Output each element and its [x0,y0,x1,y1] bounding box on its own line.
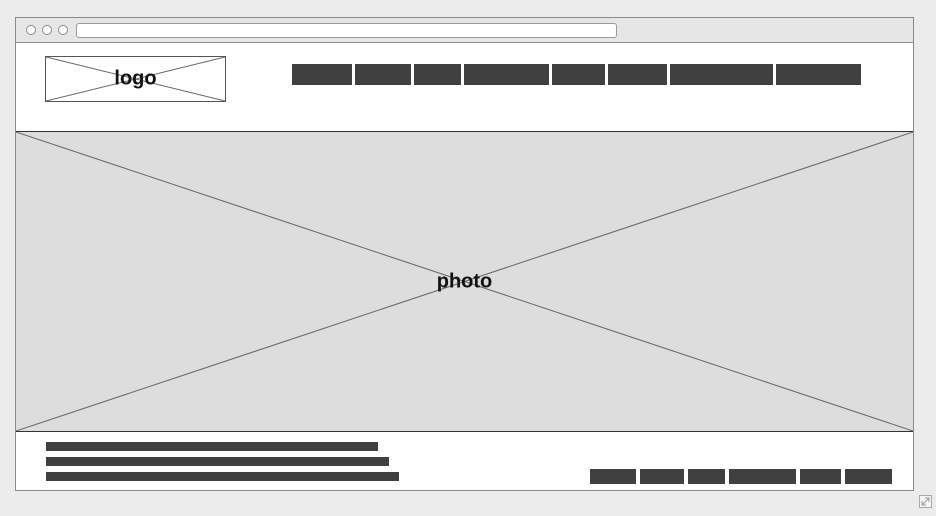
window-minimize-button[interactable] [42,25,52,35]
nav-item-8[interactable] [776,64,861,85]
nav-item-1[interactable] [292,64,352,85]
nav-item-3[interactable] [414,64,461,85]
logo-label: logo [114,67,157,90]
footer-link-5[interactable] [800,469,841,484]
window-maximize-button[interactable] [58,25,68,35]
logo-placeholder[interactable]: logo [45,56,226,102]
hero-photo-placeholder: photo [16,132,913,432]
footer-link-4[interactable] [729,469,796,484]
footer-link-2[interactable] [640,469,684,484]
address-bar-input[interactable] [76,23,617,38]
footer-link-6[interactable] [845,469,892,484]
footer-text-line-3 [46,472,399,481]
site-header: logo [16,43,913,132]
footer-text-line-2 [46,457,389,466]
browser-titlebar [16,18,913,43]
footer-link-1[interactable] [590,469,636,484]
site-footer [16,432,913,490]
resize-grip-icon[interactable] [919,495,932,508]
footer-text-line-1 [46,442,378,451]
photo-label: photo [436,270,493,292]
browser-window: logo photo [15,17,914,491]
footer-link-3[interactable] [688,469,725,484]
main-nav [292,64,861,85]
nav-item-6[interactable] [608,64,667,85]
nav-item-2[interactable] [355,64,411,85]
nav-item-4[interactable] [464,64,549,85]
window-close-button[interactable] [26,25,36,35]
nav-item-5[interactable] [552,64,605,85]
nav-item-7[interactable] [670,64,773,85]
footer-nav [590,469,892,484]
